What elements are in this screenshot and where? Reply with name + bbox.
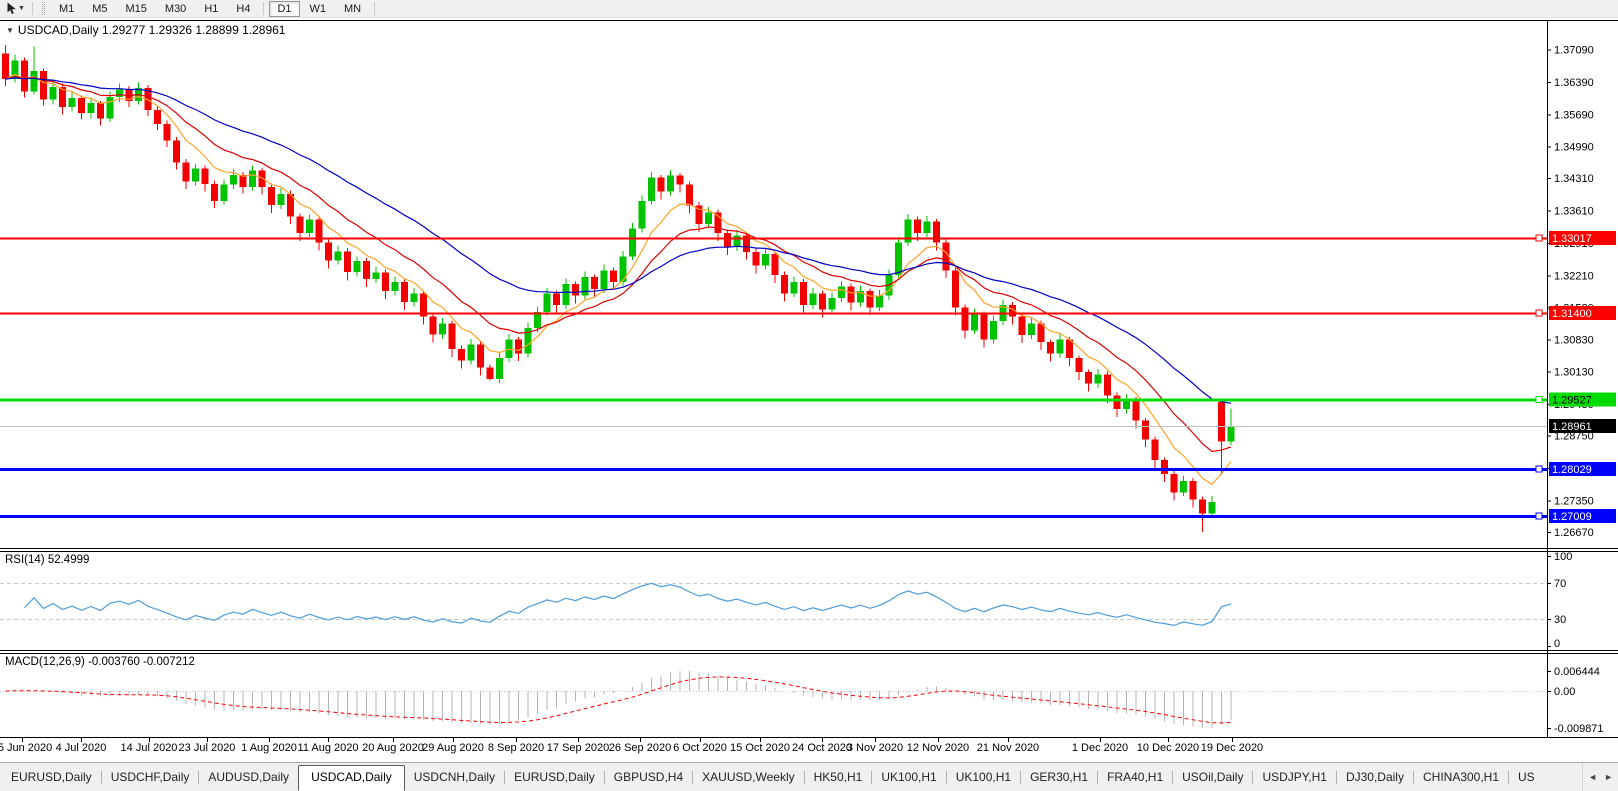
svg-text:17 Sep 2020: 17 Sep 2020 (547, 742, 609, 754)
svg-text:1.30130: 1.30130 (1554, 367, 1594, 379)
tab-eurusd-daily[interactable]: EURUSD,Daily (505, 765, 604, 789)
tab-china300-h1[interactable]: CHINA300,H1 (1414, 765, 1508, 789)
toolbar-separator (32, 2, 33, 15)
tab-eurusd-daily[interactable]: EURUSD,Daily (2, 765, 101, 789)
tab-scroll-left-icon[interactable]: ◄ (1588, 772, 1597, 782)
macd-label: MACD(12,26,9) -0.003760 -0.007212 (5, 656, 195, 668)
toolbar-separator (374, 2, 375, 15)
svg-text:70: 70 (1554, 578, 1566, 590)
svg-text:14 Jul 2020: 14 Jul 2020 (121, 742, 178, 754)
svg-text:21 Nov 2020: 21 Nov 2020 (977, 742, 1039, 754)
chevron-down-icon: ▼ (18, 5, 25, 12)
svg-text:20 Aug 2020: 20 Aug 2020 (362, 742, 424, 754)
tab-strip: EURUSD,DailyUSDCHF,DailyAUDUSD,DailyUSDC… (2, 763, 1544, 791)
timeframe-button-d1[interactable]: D1 (269, 1, 299, 17)
rsi-label: RSI(14) 52.4999 (5, 554, 89, 566)
tab-xauusd-weekly[interactable]: XAUUSD,Weekly (693, 765, 803, 789)
svg-text:1.30830: 1.30830 (1554, 334, 1594, 346)
svg-text:1.36390: 1.36390 (1554, 77, 1594, 89)
timeframe-button-m15[interactable]: M15 (118, 1, 155, 17)
svg-text:1 Dec 2020: 1 Dec 2020 (1072, 742, 1128, 754)
tab-ger30-h1[interactable]: GER30,H1 (1021, 765, 1097, 789)
cursor-icon (6, 2, 17, 15)
chart-window: 1.37090 1.36390 1.35690 1.34990 1.34310 1.336… (0, 18, 1618, 762)
svg-text:3 Nov 2020: 3 Nov 2020 (847, 742, 903, 754)
tab-uk100-h1[interactable]: UK100,H1 (947, 765, 1020, 789)
svg-text:1.35690: 1.35690 (1554, 109, 1594, 121)
svg-text:29 Aug 2020: 29 Aug 2020 (422, 742, 484, 754)
chart-title-ohlc: 1.29277 1.29326 1.28899 1.28961 (102, 23, 286, 37)
svg-text:11 Aug 2020: 11 Aug 2020 (298, 742, 359, 754)
svg-text:24 Oct 2020: 24 Oct 2020 (792, 742, 852, 754)
svg-text:0.006444: 0.006444 (1554, 666, 1600, 678)
timeframe-button-m1[interactable]: M1 (51, 1, 82, 17)
svg-text:1.34310: 1.34310 (1554, 173, 1594, 185)
svg-text:1.28961: 1.28961 (1552, 421, 1592, 433)
tab-scroll-arrows: ◄ ► (1582, 763, 1618, 791)
tab-usdcad-daily[interactable]: USDCAD,Daily (298, 765, 405, 791)
svg-text:100: 100 (1554, 551, 1572, 563)
toolbar-drag-handle[interactable] (42, 2, 45, 15)
timeframe-button-group: M1M5M15M30H1H4 D1W1MN (50, 1, 379, 17)
svg-text:12 Nov 2020: 12 Nov 2020 (907, 742, 969, 754)
svg-text:1.26670: 1.26670 (1554, 527, 1594, 539)
svg-text:1.27009: 1.27009 (1552, 511, 1592, 523)
tab-usoil-daily[interactable]: USOil,Daily (1173, 765, 1252, 789)
timeframe-button-mn[interactable]: MN (336, 1, 369, 17)
tab-hk50-h1[interactable]: HK50,H1 (805, 765, 872, 789)
chart-title-symbol: USDCAD,Daily (18, 23, 99, 37)
svg-text:1 Aug 2020: 1 Aug 2020 (241, 742, 297, 754)
svg-text:23 Jul 2020: 23 Jul 2020 (179, 742, 236, 754)
svg-text:6 Oct 2020: 6 Oct 2020 (673, 742, 727, 754)
tab-fra40-h1[interactable]: FRA40,H1 (1098, 765, 1172, 789)
tab-gbpusd-h4[interactable]: GBPUSD,H4 (605, 765, 692, 789)
tab-usdjpy-h1[interactable]: USDJPY,H1 (1253, 765, 1335, 789)
svg-text:1.27350: 1.27350 (1554, 495, 1594, 507)
tab-scroll-right-icon[interactable]: ► (1604, 772, 1613, 782)
svg-text:1.28029: 1.28029 (1552, 464, 1592, 476)
toolbar-separator (263, 2, 264, 15)
svg-text:4 Jul 2020: 4 Jul 2020 (56, 742, 107, 754)
tab-dj30-daily[interactable]: DJ30,Daily (1337, 765, 1413, 789)
tab-usdchf-daily[interactable]: USDCHF,Daily (102, 765, 199, 789)
svg-text:1.31400: 1.31400 (1552, 308, 1592, 320)
timeframe-button-h1[interactable]: H1 (196, 1, 226, 17)
chart-title: ▼ USDCAD,Daily 1.29277 1.29326 1.28899 1.… (5, 23, 285, 37)
svg-text:1.33610: 1.33610 (1554, 206, 1594, 218)
svg-text:30: 30 (1554, 614, 1566, 626)
tab-usdcnh-daily[interactable]: USDCNH,Daily (405, 765, 504, 789)
tab-audusd-daily[interactable]: AUDUSD,Daily (199, 765, 298, 789)
symbol-tabbar: EURUSD,DailyUSDCHF,DailyAUDUSD,DailyUSDC… (0, 762, 1618, 791)
svg-text:8 Sep 2020: 8 Sep 2020 (488, 742, 544, 754)
svg-text:1.37090: 1.37090 (1554, 44, 1594, 56)
svg-text:1.29527: 1.29527 (1552, 395, 1592, 407)
svg-text:10 Dec 2020: 10 Dec 2020 (1137, 742, 1199, 754)
svg-text:0.00: 0.00 (1554, 686, 1575, 698)
svg-text:26 Sep 2020: 26 Sep 2020 (609, 742, 671, 754)
svg-text:15 Oct 2020: 15 Oct 2020 (730, 742, 790, 754)
timeframe-button-m30[interactable]: M30 (157, 1, 194, 17)
timeframe-button-w1[interactable]: W1 (302, 1, 335, 17)
tab-overflow-partial[interactable]: US (1509, 765, 1544, 789)
timeframe-button-h4[interactable]: H4 (228, 1, 258, 17)
chart-menu-caret-icon[interactable]: ▼ (6, 26, 14, 35)
chart-canvas[interactable]: 1.37090 1.36390 1.35690 1.34990 1.34310 1.336… (0, 18, 1618, 767)
timeframe-button-m5[interactable]: M5 (84, 1, 115, 17)
svg-text:1.34990: 1.34990 (1554, 142, 1594, 154)
top-toolbar: ▼ M1M5M15M30H1H4 D1W1MN (0, 0, 1618, 18)
svg-text:-0.009871: -0.009871 (1554, 723, 1604, 735)
svg-text:25 Jun 2020: 25 Jun 2020 (0, 742, 52, 754)
cursor-tool-button[interactable]: ▼ (3, 1, 28, 17)
svg-text:0: 0 (1554, 638, 1560, 650)
tab-uk100-h1[interactable]: UK100,H1 (872, 765, 945, 789)
svg-text:1.32210: 1.32210 (1554, 270, 1594, 282)
svg-text:19 Dec 2020: 19 Dec 2020 (1201, 742, 1263, 754)
svg-text:1.33017: 1.33017 (1552, 233, 1592, 245)
